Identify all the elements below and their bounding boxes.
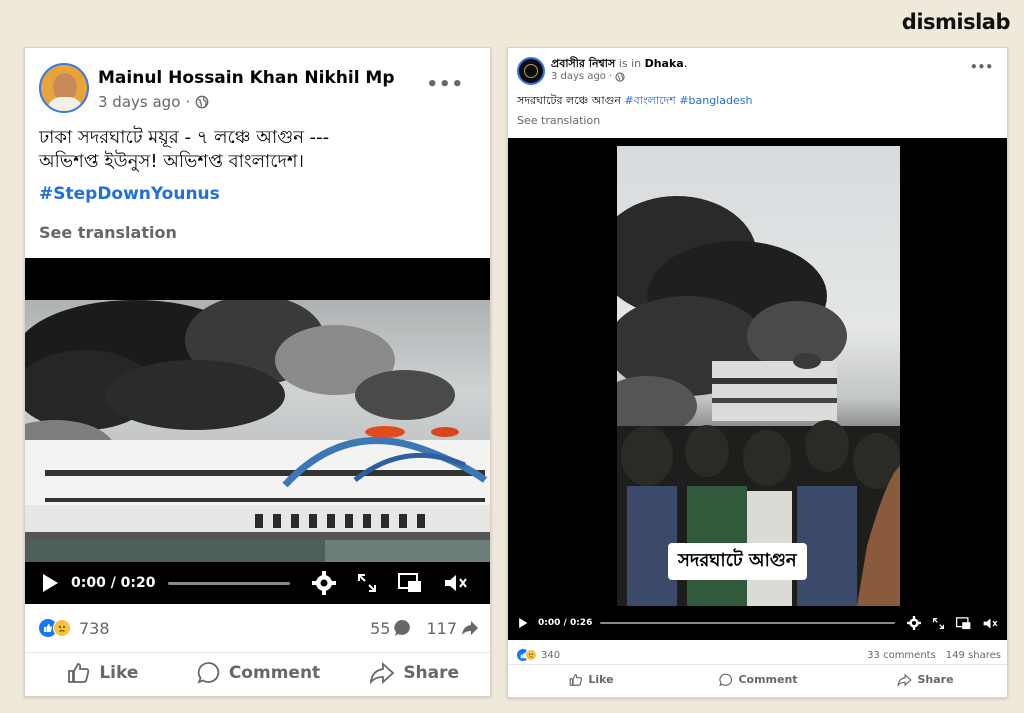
share-label: Share (917, 673, 954, 686)
thumbs-up-icon (569, 673, 583, 686)
post-author[interactable]: প্রবাসীর নিশ্বাস (551, 57, 615, 70)
play-icon[interactable] (518, 617, 528, 629)
more-options-icon[interactable]: ••• (970, 60, 993, 74)
post-location[interactable]: Dhaka (645, 57, 684, 70)
comments-count: 55 (370, 618, 391, 638)
more-options-icon[interactable]: ••• (426, 74, 464, 95)
hashtag-link[interactable]: #StepDownYounus (39, 184, 220, 204)
comment-bubble-icon (394, 619, 411, 636)
post-actions: Like Comment Share (25, 652, 490, 692)
fullscreen-icon[interactable] (933, 617, 945, 629)
hashtag-link[interactable]: #বাংলাদেশ (624, 94, 675, 107)
play-icon[interactable] (41, 573, 59, 593)
video-progress-bar[interactable] (600, 622, 896, 624)
post-text-line: অভিশপ্ত ইউনুস! অভিশপ্ত বাংলাদেশ। (39, 151, 304, 172)
share-icon (897, 673, 913, 687)
share-button[interactable]: Share (336, 661, 490, 685)
video-time: 0:00 / 0:26 (538, 618, 593, 628)
globe-icon (195, 95, 209, 109)
share-arrow-icon (462, 621, 478, 635)
comment-button[interactable]: Comment (675, 673, 842, 687)
post-card-right: প্রবাসীর নিশ্বাস is in Dhaka. 3 days ago… (507, 47, 1008, 698)
comment-label: Comment (738, 673, 798, 686)
video-frame-crowd-fire (617, 146, 900, 606)
sad-reaction-icon (53, 619, 71, 637)
comment-label: Comment (228, 662, 321, 683)
comment-icon (197, 661, 220, 684)
hashtag-link[interactable]: #bangladesh (679, 94, 752, 107)
video-progress-bar[interactable] (167, 581, 290, 585)
mute-icon[interactable] (444, 573, 468, 593)
like-label: Like (99, 662, 139, 683)
share-button[interactable]: Share (842, 673, 1007, 687)
shares-count: 117 (426, 618, 457, 638)
share-label: Share (403, 662, 460, 683)
settings-gear-icon[interactable] (311, 571, 336, 595)
reactions-count: 738 (79, 618, 110, 638)
comment-icon (719, 673, 733, 686)
fullscreen-icon[interactable] (357, 574, 376, 592)
like-button[interactable]: Like (25, 661, 181, 685)
avatar[interactable] (39, 63, 89, 113)
comment-button[interactable]: Comment (181, 661, 337, 685)
post-text: ঢাকা সদরঘাটে ময়ূর - ৭ লঞ্চে আগুন --- অভ… (39, 126, 479, 174)
post-author[interactable]: Mainul Hossain Khan Nikhil Mp (98, 68, 395, 88)
video-controls: 0:00 / 0:20 (25, 562, 490, 604)
post-card-left: Mainul Hossain Khan Nikhil Mp 3 days ago… (24, 47, 491, 697)
video-caption: সদরঘাটে আগুন (668, 543, 807, 580)
picture-in-picture-icon[interactable] (397, 573, 422, 593)
like-button[interactable]: Like (508, 673, 675, 687)
see-translation-link[interactable]: See translation (39, 223, 177, 242)
reactions-summary[interactable]: 340 (517, 649, 560, 661)
share-icon (370, 661, 395, 685)
video-time: 0:00 / 0:20 (71, 575, 156, 591)
post-meta: 3 days ago · (98, 93, 209, 111)
post-meta: 3 days ago · (551, 71, 625, 82)
sad-reaction-icon (525, 649, 537, 661)
shares-count-link[interactable]: 149 shares (946, 650, 1001, 661)
post-text-line: ঢাকা সদরঘাটে ময়ূর - ৭ লঞ্চে আগুন --- (39, 127, 330, 148)
video-player[interactable]: 0:00 / 0:20 (25, 258, 490, 604)
settings-gear-icon[interactable] (907, 616, 922, 630)
thumbs-up-icon (68, 662, 90, 683)
engagement-stats: 340 33 comments 149 shares (517, 646, 1001, 664)
reactions-count: 340 (541, 649, 561, 661)
brand-logo: dismislab (901, 10, 1011, 34)
avatar[interactable] (517, 57, 545, 85)
post-text: সদরঘাটের লঞ্চে আগুন #বাংলাদেশ #banglades… (517, 92, 752, 111)
post-text-body: সদরঘাটের লঞ্চে আগুন (517, 94, 621, 107)
comments-count-link[interactable]: 55 (370, 619, 412, 638)
see-translation-link[interactable]: See translation (517, 114, 600, 127)
post-time[interactable]: 3 days ago (551, 71, 606, 82)
globe-icon (615, 71, 625, 82)
reactions-summary[interactable]: 738 (39, 619, 110, 638)
like-label: Like (588, 673, 614, 686)
video-controls: 0:00 / 0:26 (508, 608, 1007, 638)
picture-in-picture-icon[interactable] (956, 616, 971, 630)
engagement-stats: 738 55 117 (39, 613, 479, 643)
comments-count-link[interactable]: 33 comments (867, 650, 936, 661)
is-in-text: is in (618, 57, 642, 70)
post-actions: Like Comment Share (508, 664, 1007, 694)
mute-icon[interactable] (983, 617, 998, 630)
video-player[interactable]: সদরঘাটে আগুন 0:00 / 0:26 (508, 138, 1007, 640)
shares-count-link[interactable]: 117 (426, 619, 479, 638)
video-frame-burning-ferry (25, 300, 490, 562)
post-time[interactable]: 3 days ago (98, 93, 180, 111)
